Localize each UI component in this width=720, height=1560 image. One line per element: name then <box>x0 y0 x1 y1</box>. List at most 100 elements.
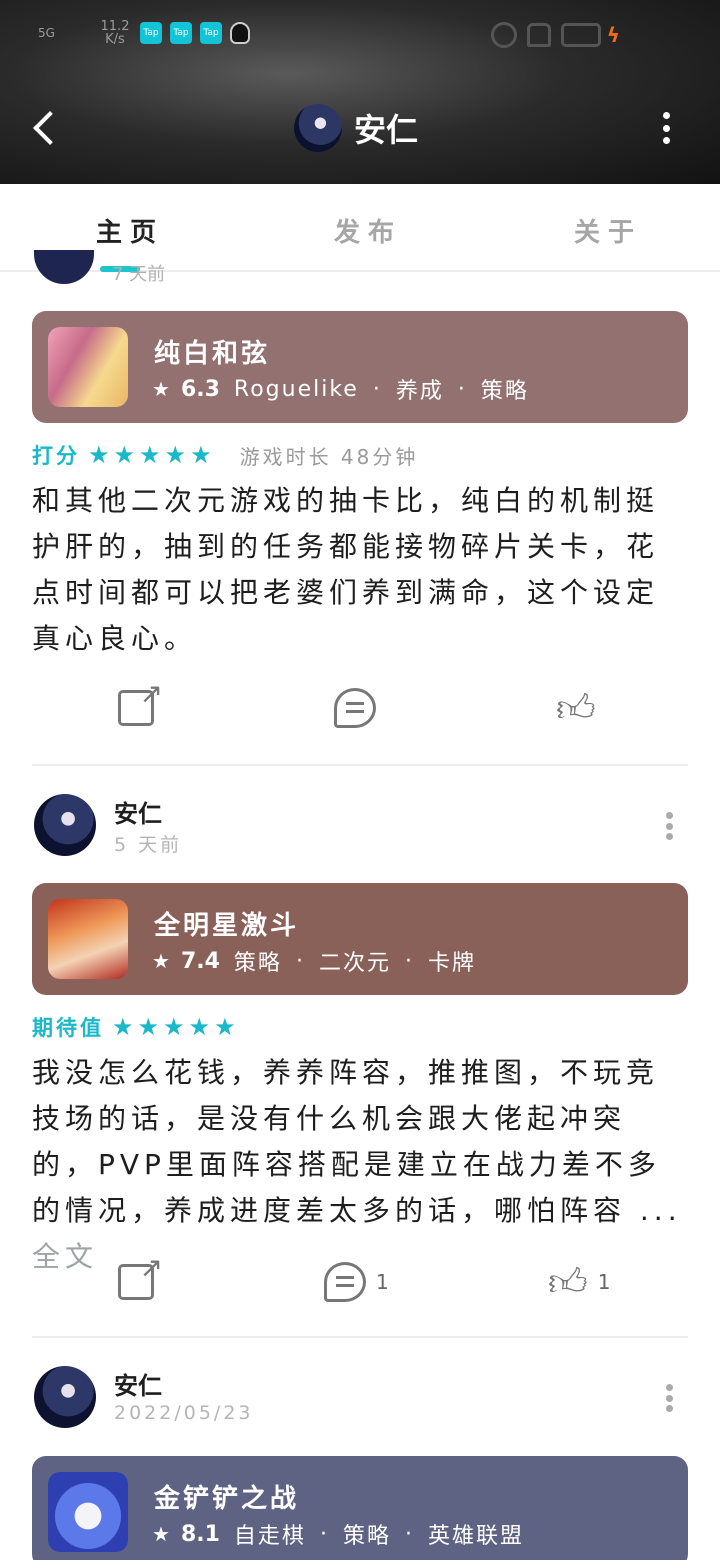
game-name: 纯白和弦 <box>154 339 271 369</box>
game-score: 8.1 <box>180 1521 220 1547</box>
game-tag: 卡牌 <box>427 951 476 976</box>
game-meta: ★ 6.3 Roguelike · 养成 · 策略 <box>152 373 529 405</box>
avatar[interactable] <box>294 104 342 152</box>
dot-icon <box>666 1384 673 1391</box>
tab-home[interactable]: 主页 <box>96 212 164 249</box>
taptap-notification-icon: Tap <box>200 22 222 44</box>
comment-count: 1 <box>376 1270 389 1294</box>
like-count: 1 <box>597 1270 611 1294</box>
comment-icon <box>324 1262 366 1302</box>
alarm-icon <box>490 22 517 48</box>
thumbs-up-icon: 👍︎ <box>556 686 596 730</box>
score-group: ★ 7.4 <box>152 949 220 974</box>
post-actions: 👍︎ <box>0 677 720 740</box>
dot-icon <box>666 1394 673 1402</box>
dot-icon <box>666 1405 673 1412</box>
dot-icon <box>666 812 673 819</box>
like-button[interactable]: 👍︎ 1 <box>548 1262 610 1302</box>
rating-stars: ★★★★★ <box>112 1013 240 1041</box>
divider <box>32 1336 688 1338</box>
avatar[interactable] <box>34 250 94 284</box>
qq-notification-icon <box>230 22 250 44</box>
divider <box>32 764 688 766</box>
game-card[interactable]: 金铲铲之战 ★ 8.1 自走棋 · 策略 · 英雄联盟 <box>32 1456 688 1560</box>
post-header: 安仁 2022/05/23 <box>0 1366 720 1430</box>
game-meta: ★ 7.4 策略 · 二次元 · 卡牌 <box>152 945 476 977</box>
game-tag: 策略 <box>233 951 282 976</box>
tab-about[interactable]: 关于 <box>574 212 642 249</box>
comment-icon <box>334 688 376 728</box>
taptap-notification-icon: Tap <box>140 22 162 44</box>
game-score: 6.3 <box>180 376 220 402</box>
game-card[interactable]: 纯白和弦 ★ 6.3 Roguelike · 养成 · 策略 <box>32 311 688 423</box>
dot-icon <box>662 112 670 119</box>
network-indicator: 5G <box>38 26 55 40</box>
game-tag: 养成 <box>395 379 444 404</box>
game-name: 全明星激斗 <box>154 911 300 941</box>
rating-stars: ★★★★★ <box>88 441 216 469</box>
back-button[interactable] <box>24 104 68 152</box>
avatar[interactable] <box>34 794 96 856</box>
share-icon <box>118 677 163 726</box>
separator: · <box>295 948 305 974</box>
dot-icon <box>662 137 670 144</box>
profile-header: 5G 11.2 K/s Tap Tap Tap ϟ 安仁 <box>0 0 720 184</box>
status-bar: 5G 11.2 K/s Tap Tap Tap ϟ <box>0 0 720 72</box>
game-name: 金铲铲之战 <box>154 1484 300 1514</box>
like-button[interactable]: 👍︎ <box>556 688 596 728</box>
game-tag: 英雄联盟 <box>427 1524 524 1549</box>
review-text[interactable]: 和其他二次元游戏的抽卡比，纯白的机制挺护肝的，抽到的任务都能接物碎片关卡，花点时… <box>32 478 682 662</box>
rating-row: 打分 ★★★★★ 游戏时长 48分钟 <box>32 440 418 470</box>
separator: · <box>319 1521 329 1547</box>
post-more-button[interactable] <box>666 812 676 840</box>
tab-published[interactable]: 发布 <box>334 212 402 249</box>
separator: · <box>404 1521 414 1547</box>
comment-button[interactable] <box>334 688 376 728</box>
star-icon: ★ <box>152 1521 172 1546</box>
game-tag: 策略 <box>342 1524 391 1549</box>
thumbs-up-icon: 👍︎ <box>548 1260 588 1304</box>
score-group: ★ 6.3 <box>152 377 220 402</box>
star-icon: ★ <box>152 376 172 401</box>
avatar[interactable] <box>34 1366 96 1428</box>
page-title: 安仁 <box>354 111 419 149</box>
post-time: 5 天前 <box>114 834 183 856</box>
post-time: 2022/05/23 <box>114 1402 254 1424</box>
game-score: 7.4 <box>180 948 220 974</box>
comment-button[interactable]: 1 <box>324 1262 389 1302</box>
share-button[interactable] <box>118 1251 163 1300</box>
game-tag: 二次元 <box>318 951 391 976</box>
game-icon <box>48 1472 128 1552</box>
user-name[interactable]: 安仁 <box>114 794 162 829</box>
game-icon <box>48 899 128 979</box>
share-icon <box>118 1251 163 1300</box>
post-header: 安仁 5 天前 <box>0 794 720 858</box>
dot-icon <box>666 822 673 830</box>
dot-icon <box>662 124 670 132</box>
game-tag: 自走棋 <box>233 1524 306 1549</box>
playtime: 游戏时长 48分钟 <box>239 444 419 469</box>
review-body: 我没怎么花钱，养养阵容，推推图，不玩竞技场的话，是没有什么机会跟大佬起冲突的，P… <box>32 1056 682 1227</box>
profile-tabs: 主页 发布 关于 <box>0 184 720 272</box>
more-options-button[interactable] <box>652 108 680 148</box>
post-more-button[interactable] <box>666 1384 676 1412</box>
rating-label: 打分 <box>32 444 80 468</box>
review-text[interactable]: 我没怎么花钱，养养阵容，推推图，不玩竞技场的话，是没有什么机会跟大佬起冲突的，P… <box>32 1050 682 1280</box>
game-tag: Roguelike <box>233 376 359 402</box>
share-button[interactable] <box>118 677 163 726</box>
game-card[interactable]: 全明星激斗 ★ 7.4 策略 · 二次元 · 卡牌 <box>32 883 688 995</box>
user-name[interactable]: 安仁 <box>114 1366 162 1401</box>
network-speed: 11.2 K/s <box>100 19 130 47</box>
score-group: ★ 8.1 <box>152 1522 220 1547</box>
post-time: 7 天前 <box>112 264 166 285</box>
taptap-notification-icon: Tap <box>170 22 192 44</box>
rating-row: 期待值 ★★★★★ <box>32 1012 240 1042</box>
separator: · <box>404 948 414 974</box>
game-meta: ★ 8.1 自走棋 · 策略 · 英雄联盟 <box>152 1518 524 1550</box>
separator: · <box>457 376 467 402</box>
post-actions: 1 👍︎ 1 <box>0 1251 720 1314</box>
battery-icon <box>560 23 601 47</box>
separator: · <box>372 376 382 402</box>
star-icon: ★ <box>152 948 172 973</box>
game-icon <box>48 327 128 407</box>
